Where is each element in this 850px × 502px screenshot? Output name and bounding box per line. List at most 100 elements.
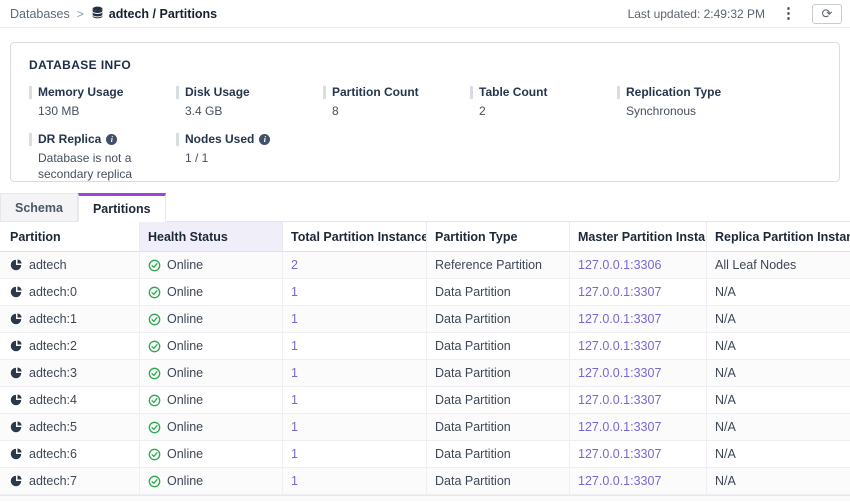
table-row: adtech:5 Online 1 Data Partition 127.0.0… xyxy=(0,414,850,441)
database-icon xyxy=(91,6,104,22)
replica-instance-text: N/A xyxy=(715,312,736,326)
replica-instance-cell: N/A xyxy=(707,414,850,440)
replica-instance-text: N/A xyxy=(715,447,736,461)
total-instances-link[interactable]: 1 xyxy=(291,393,298,407)
tab-schema[interactable]: Schema xyxy=(0,193,78,222)
refresh-button[interactable]: ⟳ xyxy=(812,4,842,24)
info-icon[interactable]: i xyxy=(106,134,117,145)
partition-name: adtech:5 xyxy=(29,420,77,434)
health-status-cell: Online xyxy=(140,333,283,359)
total-instances-link[interactable]: 1 xyxy=(291,366,298,380)
table-row: adtech:0 Online 1 Data Partition 127.0.0… xyxy=(0,279,850,306)
partition-name: adtech:6 xyxy=(29,447,77,461)
table-header-row: Partition Health Status Total Partition … xyxy=(0,222,850,252)
health-ok-icon xyxy=(148,367,161,380)
stats-row-1: Memory Usage i 130 MB Disk Usage i 3.4 G… xyxy=(29,85,821,119)
table-row: adtech Online 2 Reference Partition 127.… xyxy=(0,252,850,279)
master-instance-link[interactable]: 127.0.0.1:3306 xyxy=(578,258,661,272)
health-status-text: Online xyxy=(167,420,203,434)
table-footer-strip xyxy=(0,495,850,501)
breadcrumb-databases-link[interactable]: Databases xyxy=(10,7,70,21)
pie-chart-icon xyxy=(10,367,22,379)
tab-partitions[interactable]: Partitions xyxy=(78,193,166,222)
partition-type-cell: Data Partition xyxy=(427,468,570,494)
master-instance-link[interactable]: 127.0.0.1:3307 xyxy=(578,447,661,461)
total-instances-link[interactable]: 1 xyxy=(291,447,298,461)
health-status-cell: Online xyxy=(140,279,283,305)
replica-instance-text: All Leaf Nodes xyxy=(715,258,796,272)
replica-instance-cell: N/A xyxy=(707,279,850,305)
replica-instance-cell: N/A xyxy=(707,360,850,386)
replica-instance-text: N/A xyxy=(715,285,736,299)
master-instance-cell: 127.0.0.1:3307 xyxy=(570,360,707,386)
stat-value: 8 xyxy=(332,103,464,119)
health-ok-icon xyxy=(148,286,161,299)
stat-label: DR Replica xyxy=(38,132,101,146)
partition-type-text: Data Partition xyxy=(435,285,511,299)
stat-label: Partition Count xyxy=(332,85,419,99)
total-instances-link[interactable]: 1 xyxy=(291,339,298,353)
master-instance-link[interactable]: 127.0.0.1:3307 xyxy=(578,420,661,434)
stat-label: Replication Type xyxy=(626,85,721,99)
replica-instance-text: N/A xyxy=(715,339,736,353)
column-header-master-partition-instance[interactable]: Master Partition Instance ... xyxy=(570,222,707,251)
master-instance-link[interactable]: 127.0.0.1:3307 xyxy=(578,339,661,353)
info-icon[interactable]: i xyxy=(259,134,270,145)
partition-type-text: Data Partition xyxy=(435,393,511,407)
table-row: adtech:2 Online 1 Data Partition 127.0.0… xyxy=(0,333,850,360)
column-header-total-partition-instances[interactable]: Total Partition Instances xyxy=(283,222,427,251)
total-instances-cell: 1 xyxy=(283,333,427,359)
column-header-partition[interactable]: Partition xyxy=(0,222,140,251)
table-row: adtech:1 Online 1 Data Partition 127.0.0… xyxy=(0,306,850,333)
partition-cell: adtech:3 xyxy=(0,360,140,386)
total-instances-link[interactable]: 2 xyxy=(291,258,298,272)
total-instances-link[interactable]: 1 xyxy=(291,285,298,299)
replica-instance-cell: All Leaf Nodes xyxy=(707,252,850,278)
total-instances-cell: 1 xyxy=(283,387,427,413)
health-ok-icon xyxy=(148,340,161,353)
pie-chart-icon xyxy=(10,421,22,433)
tab-bar: Schema Partitions xyxy=(0,193,850,222)
last-updated-text: Last updated: 2:49:32 PM xyxy=(628,7,765,21)
partition-type-cell: Data Partition xyxy=(427,387,570,413)
stat-accent-bar xyxy=(617,86,620,99)
pie-chart-icon xyxy=(10,448,22,460)
partition-cell: adtech:6 xyxy=(0,441,140,467)
master-instance-link[interactable]: 127.0.0.1:3307 xyxy=(578,285,661,299)
column-header-partition-type[interactable]: Partition Type xyxy=(427,222,570,251)
column-header-replica-partition-instance[interactable]: Replica Partition Instance ... xyxy=(707,222,850,251)
replica-instance-cell: N/A xyxy=(707,441,850,467)
health-ok-icon xyxy=(148,394,161,407)
partition-name: adtech:0 xyxy=(29,285,77,299)
health-status-text: Online xyxy=(167,447,203,461)
topbar-actions: Last updated: 2:49:32 PM ⋮ ⟳ xyxy=(628,4,842,24)
master-instance-link[interactable]: 127.0.0.1:3307 xyxy=(578,474,661,488)
stat-label: Nodes Used xyxy=(185,132,254,146)
master-instance-link[interactable]: 127.0.0.1:3307 xyxy=(578,393,661,407)
kebab-menu-icon[interactable]: ⋮ xyxy=(777,4,800,23)
stat-value: 1 / 1 xyxy=(185,150,317,166)
total-instances-cell: 1 xyxy=(283,441,427,467)
column-header-health-status[interactable]: Health Status xyxy=(140,222,283,251)
partition-type-cell: Data Partition xyxy=(427,360,570,386)
stat-value: Synchronous xyxy=(626,103,758,119)
total-instances-link[interactable]: 1 xyxy=(291,474,298,488)
stat-accent-bar xyxy=(470,86,473,99)
breadcrumb-separator: > xyxy=(77,7,84,21)
stat-accent-bar xyxy=(323,86,326,99)
total-instances-link[interactable]: 1 xyxy=(291,420,298,434)
database-info-card: DATABASE INFO Memory Usage i 130 MB Disk… xyxy=(10,42,840,182)
total-instances-cell: 1 xyxy=(283,468,427,494)
master-instance-link[interactable]: 127.0.0.1:3307 xyxy=(578,366,661,380)
replica-instance-cell: N/A xyxy=(707,468,850,494)
health-status-text: Online xyxy=(167,312,203,326)
health-status-text: Online xyxy=(167,366,203,380)
total-instances-link[interactable]: 1 xyxy=(291,312,298,326)
master-instance-cell: 127.0.0.1:3307 xyxy=(570,468,707,494)
master-instance-link[interactable]: 127.0.0.1:3307 xyxy=(578,312,661,326)
breadcrumb: adtech / Partitions xyxy=(91,6,217,22)
partition-type-text: Data Partition xyxy=(435,474,511,488)
replica-instance-text: N/A xyxy=(715,366,736,380)
stat-item: Disk Usage i 3.4 GB xyxy=(176,85,323,119)
partition-type-text: Reference Partition xyxy=(435,258,542,272)
